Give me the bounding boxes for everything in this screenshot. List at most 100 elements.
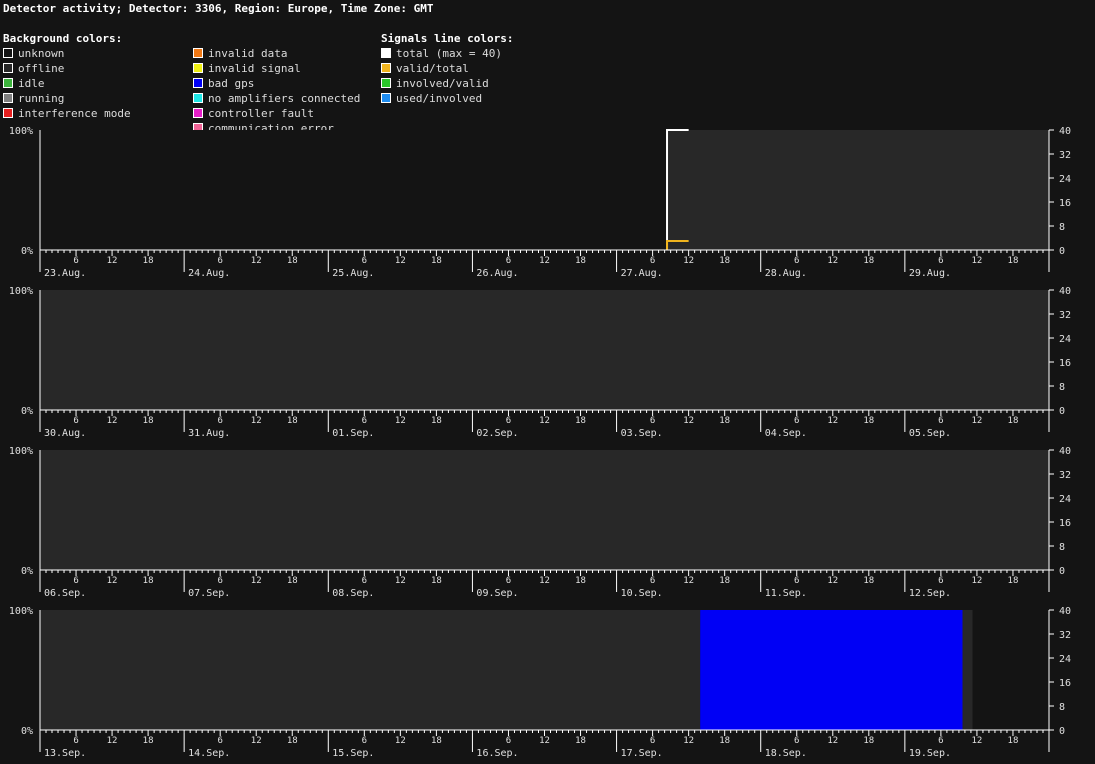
right-tick-label: 0 [1059,246,1065,257]
hour-tick-label: 12 [972,736,983,746]
hour-tick-label: 18 [287,416,298,426]
day-label: 24.Aug. [188,268,230,279]
background-segment-offline [40,610,701,730]
hour-tick-label: 6 [794,576,799,586]
day-label: 25.Aug. [332,268,374,279]
hour-tick-label: 6 [362,576,367,586]
hour-tick-label: 6 [794,736,799,746]
hour-tick-label: 12 [827,576,838,586]
right-tick-label: 16 [1059,518,1071,529]
hour-tick-label: 18 [287,736,298,746]
day-label: 04.Sep. [765,428,807,439]
hour-tick-label: 18 [1008,576,1019,586]
left-axis-label-max: 100% [9,446,33,457]
activity-charts: 100% 0% 0 8 16 24 32 40 6 12 18 23.Aug. 6 12 18 24.Aug.… [9,126,1071,759]
hour-tick-label: 6 [650,416,655,426]
hour-tick-label: 18 [863,256,874,266]
hour-tick-label: 12 [251,576,262,586]
hour-tick-label: 12 [683,736,694,746]
background-segment-unknown [972,610,1049,730]
day-label: 06.Sep. [44,588,86,599]
hour-tick-label: 12 [107,416,118,426]
hour-tick-label: 6 [362,416,367,426]
day-label: 16.Sep. [476,748,518,759]
day-label: 29.Aug. [909,268,951,279]
hour-tick-label: 12 [395,256,406,266]
hour-tick-label: 6 [73,416,78,426]
hour-tick-label: 12 [539,576,550,586]
hour-tick-label: 6 [217,576,222,586]
day-label: 23.Aug. [44,268,86,279]
hour-tick-label: 18 [575,256,586,266]
hour-tick-label: 18 [719,576,730,586]
day-label: 07.Sep. [188,588,230,599]
day-label: 03.Sep. [621,428,663,439]
hour-tick-label: 12 [683,576,694,586]
day-label: 01.Sep. [332,428,374,439]
hour-tick-label: 18 [863,416,874,426]
hour-tick-label: 12 [827,416,838,426]
hour-tick-label: 18 [575,736,586,746]
right-tick-label: 16 [1059,678,1071,689]
hour-tick-label: 18 [431,576,442,586]
hour-tick-label: 18 [719,736,730,746]
hour-tick-label: 12 [683,416,694,426]
day-label: 05.Sep. [909,428,951,439]
right-tick-label: 24 [1059,654,1071,665]
hour-tick-label: 18 [287,256,298,266]
hour-tick-label: 12 [539,416,550,426]
background-segment-offline [40,450,1049,570]
hour-tick-label: 6 [938,576,943,586]
chart-row-4: 100% 0% 0 8 16 24 32 40 6 12 18 13.Sep. 6 12 18 14.Sep.… [9,606,1071,759]
hour-tick-label: 6 [938,256,943,266]
hour-tick-label: 6 [650,736,655,746]
hour-tick-label: 18 [143,256,154,266]
hour-tick-label: 12 [539,256,550,266]
hour-tick-label: 12 [395,416,406,426]
background-segment-offline [667,130,1049,250]
hour-tick-label: 6 [794,256,799,266]
hour-tick-label: 12 [107,256,118,266]
hour-tick-label: 6 [73,576,78,586]
hour-tick-label: 12 [251,736,262,746]
right-tick-label: 32 [1059,150,1071,161]
hour-tick-label: 18 [431,736,442,746]
hour-tick-label: 18 [431,256,442,266]
chart-row-1: 100% 0% 0 8 16 24 32 40 6 12 18 23.Aug. 6 12 18 24.Aug.… [9,126,1071,279]
hour-tick-label: 18 [143,416,154,426]
left-axis-label-min: 0% [21,566,33,577]
chart-row-3: 100% 0% 0 8 16 24 32 40 6 12 18 06.Sep. 6 12 18 07.Sep.… [9,446,1071,599]
background-segment-offline [40,290,1049,410]
hour-tick-label: 18 [1008,256,1019,266]
left-axis-label-max: 100% [9,606,33,617]
hour-tick-label: 18 [719,416,730,426]
left-axis-label-min: 0% [21,726,33,737]
day-label: 08.Sep. [332,588,374,599]
right-tick-label: 8 [1059,702,1065,713]
hour-tick-label: 12 [827,736,838,746]
hour-tick-label: 18 [575,416,586,426]
left-axis-label-max: 100% [9,286,33,297]
hour-tick-label: 6 [650,256,655,266]
right-tick-label: 0 [1059,726,1065,737]
hour-tick-label: 6 [362,256,367,266]
hour-tick-label: 12 [972,416,983,426]
right-tick-label: 32 [1059,310,1071,321]
day-label: 13.Sep. [44,748,86,759]
hour-tick-label: 18 [143,736,154,746]
background-segment-bad-gps [700,610,963,730]
left-axis-label-max: 100% [9,126,33,137]
hour-tick-label: 18 [1008,736,1019,746]
hour-tick-label: 18 [863,736,874,746]
right-tick-label: 40 [1059,286,1071,297]
left-axis-label-min: 0% [21,246,33,257]
hour-tick-label: 12 [107,736,118,746]
day-label: 31.Aug. [188,428,230,439]
right-tick-label: 40 [1059,446,1071,457]
hour-tick-label: 18 [575,576,586,586]
right-tick-label: 8 [1059,222,1065,233]
background-segment-unknown [40,130,668,250]
day-label: 26.Aug. [476,268,518,279]
hour-tick-label: 6 [73,736,78,746]
hour-tick-label: 6 [506,256,511,266]
